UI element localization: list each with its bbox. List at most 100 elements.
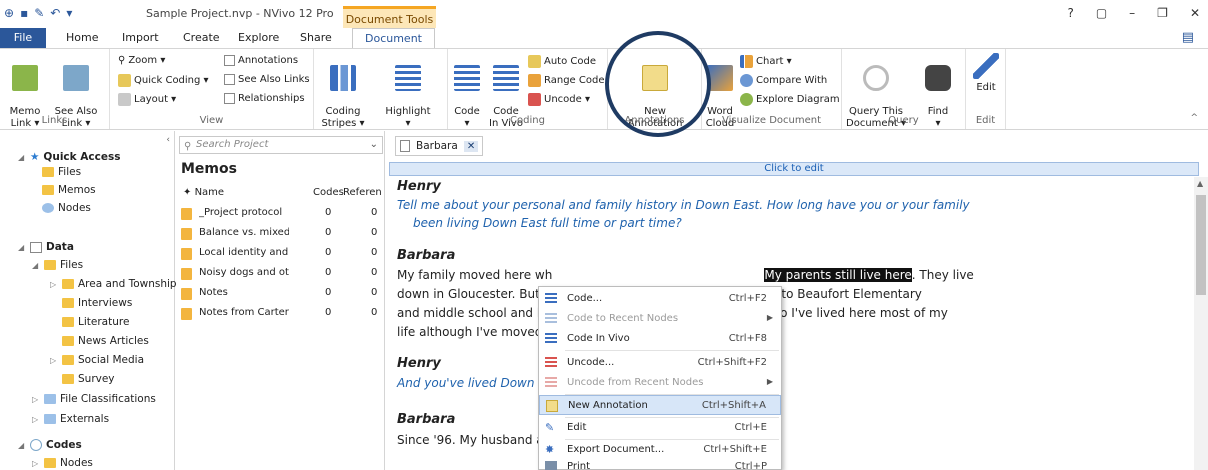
column-header-name[interactable]: ✦ Name <box>183 187 224 198</box>
auto-code-button[interactable]: Auto Code <box>528 55 596 68</box>
table-row[interactable]: Local identity and 0 0 <box>177 244 383 264</box>
collapsed-arrow-icon[interactable]: ▷ <box>50 356 58 365</box>
nav-item-qa-memos[interactable]: Memos <box>42 184 96 196</box>
edit-button[interactable]: Edit <box>972 53 1000 94</box>
collapse-ribbon-icon[interactable]: ^ <box>1190 113 1198 123</box>
nav-item-survey[interactable]: Survey <box>62 373 115 385</box>
collapsed-arrow-icon[interactable]: ▷ <box>32 395 40 404</box>
chart-button[interactable]: Chart ▾ <box>740 55 792 68</box>
table-row[interactable]: _Project protocol 0 0 <box>177 204 383 224</box>
ribbon-display-button[interactable]: ▢ <box>1096 6 1107 20</box>
close-icon[interactable]: ✕ <box>463 140 479 152</box>
scroll-thumb[interactable] <box>1196 195 1206 295</box>
quick-access-header[interactable]: ◢ ★ Quick Access <box>18 151 120 163</box>
minimize-button[interactable]: – <box>1129 6 1135 20</box>
folder-icon <box>62 374 74 384</box>
quick-coding-button[interactable]: Quick Coding ▾ <box>118 74 209 87</box>
nav-item-interviews[interactable]: Interviews <box>62 297 132 309</box>
answer-line: and middle school and h So I've lived her… <box>397 304 1187 323</box>
pencil-qat-icon[interactable]: ✎ <box>34 6 44 20</box>
folder-icon <box>44 458 56 468</box>
menu-item-label: Print <box>567 461 591 470</box>
nav-item-news-articles[interactable]: News Articles <box>62 335 149 347</box>
tab-create[interactable]: Create <box>183 28 220 48</box>
feedback-icon[interactable]: ▤ <box>1182 30 1194 45</box>
tab-file[interactable]: File <box>0 28 46 48</box>
chevron-down-icon[interactable]: ⌄ <box>370 137 378 153</box>
search-input[interactable]: ⚲ Search Project ⌄ <box>179 136 383 154</box>
nav-item-social-media[interactable]: ▷ Social Media <box>50 354 144 366</box>
nav-item-literature[interactable]: Literature <box>62 316 129 328</box>
menu-item-uncode[interactable]: Uncode... Ctrl+Shift+F2 <box>539 353 781 373</box>
tab-explore[interactable]: Explore <box>238 28 279 48</box>
menu-item-print[interactable]: Print Ctrl+P <box>539 457 781 470</box>
expand-arrow-icon[interactable]: ◢ <box>18 153 26 162</box>
scroll-up-icon[interactable]: ▲ <box>1197 179 1203 188</box>
zoom-button[interactable]: ⚲ Zoom ▾ <box>118 55 165 66</box>
restore-button[interactable]: ❐ <box>1157 6 1168 20</box>
expand-arrow-icon[interactable]: ◢ <box>32 261 40 270</box>
save-icon[interactable]: ▪ <box>20 6 28 20</box>
relationships-check-box[interactable] <box>224 93 235 104</box>
tab-document[interactable]: Document <box>352 28 435 48</box>
nav-item-file-classifications[interactable]: ▷ File Classifications <box>32 393 156 405</box>
explore-diagram-button[interactable]: Explore Diagram <box>740 93 840 106</box>
explore-diagram-label: Explore Diagram <box>756 94 840 105</box>
nav-item-files[interactable]: ◢ Files <box>32 259 83 271</box>
print-icon <box>545 461 557 470</box>
uncode-button[interactable]: Uncode ▾ <box>528 93 590 106</box>
nav-item-area-and-township[interactable]: ▷ Area and Township <box>50 278 177 290</box>
see-also-links-checkbox[interactable]: See Also Links <box>224 74 310 85</box>
highlight-button[interactable]: Highlight ▾ <box>382 53 434 130</box>
nav-item-externals[interactable]: ▷ Externals <box>32 413 109 425</box>
data-header[interactable]: ◢ Data <box>18 241 74 253</box>
tab-home[interactable]: Home <box>66 28 98 48</box>
menu-item-code[interactable]: Code... Ctrl+F2 <box>539 289 781 309</box>
navigation-pane: ‹ ◢ ★ Quick Access Files Memos Nodes ◢ D… <box>0 131 177 470</box>
undo-icon[interactable]: ↶ <box>50 6 60 20</box>
expand-arrow-icon[interactable]: ◢ <box>18 243 26 252</box>
collapse-nav-icon[interactable]: ‹ <box>166 135 170 145</box>
menu-item-code-in-vivo[interactable]: Code In Vivo Ctrl+F8 <box>539 329 781 349</box>
table-row[interactable]: Noisy dogs and ot 0 0 <box>177 264 383 284</box>
relationships-checkbox[interactable]: Relationships <box>224 93 305 104</box>
vertical-scrollbar[interactable]: ▲ <box>1194 177 1208 470</box>
menu-item-new-annotation[interactable]: New Annotation Ctrl+Shift+A <box>539 395 781 415</box>
help-button[interactable]: ? <box>1067 6 1073 20</box>
tab-import[interactable]: Import <box>122 28 159 48</box>
close-button[interactable]: ✕ <box>1190 6 1200 20</box>
collapsed-arrow-icon[interactable]: ▷ <box>32 415 40 424</box>
collapsed-arrow-icon[interactable]: ▷ <box>32 459 40 468</box>
column-header-codes[interactable]: Codes <box>313 187 344 198</box>
codes-header[interactable]: ◢ Codes <box>18 439 82 451</box>
table-row[interactable]: Notes 0 0 <box>177 284 383 304</box>
layout-button[interactable]: Layout ▾ <box>118 93 176 106</box>
menu-item-edit[interactable]: ✎ Edit Ctrl+E <box>539 418 781 438</box>
selected-text[interactable]: My parents still live here <box>764 268 912 282</box>
menu-item-label: Code In Vivo <box>567 333 630 344</box>
expand-arrow-icon[interactable]: ◢ <box>18 441 26 450</box>
column-header-references[interactable]: Referen <box>343 187 382 198</box>
nav-item-nodes[interactable]: ▷ Nodes <box>32 457 93 469</box>
document-tab[interactable]: Barbara ✕ <box>395 136 484 156</box>
document-body[interactable]: Henry Tell me about your personal and fa… <box>397 179 1187 450</box>
code-in-vivo-icon <box>493 65 519 91</box>
compare-with-button[interactable]: Compare With <box>740 74 827 87</box>
nav-item-qa-nodes[interactable]: Nodes <box>42 202 91 214</box>
collapsed-arrow-icon[interactable]: ▷ <box>50 280 58 289</box>
memo-refs: 0 <box>371 207 378 218</box>
nav-item-qa-files[interactable]: Files <box>42 166 81 178</box>
menu-item-code-to-recent-nodes[interactable]: Code to Recent Nodes ▶ <box>539 309 781 329</box>
range-code-button[interactable]: Range Code <box>528 74 604 87</box>
menu-item-uncode-from-recent-nodes[interactable]: Uncode from Recent Nodes ▶ <box>539 373 781 393</box>
answer-line: My family moved here wh My parents still … <box>397 266 1187 285</box>
see-also-links-check-box[interactable] <box>224 74 235 85</box>
coding-stripes-button[interactable]: Coding Stripes ▾ <box>318 53 368 130</box>
customize-qat-icon[interactable]: ▾ <box>66 6 72 20</box>
table-row[interactable]: Notes from Carter 0 0 <box>177 304 383 324</box>
click-to-edit-bar[interactable]: Click to edit <box>389 162 1199 176</box>
annotations-check-box[interactable] <box>224 55 235 66</box>
tab-share[interactable]: Share <box>300 28 332 48</box>
annotations-checkbox[interactable]: Annotations <box>224 55 298 66</box>
table-row[interactable]: Balance vs. mixed f 0 0 <box>177 224 383 244</box>
